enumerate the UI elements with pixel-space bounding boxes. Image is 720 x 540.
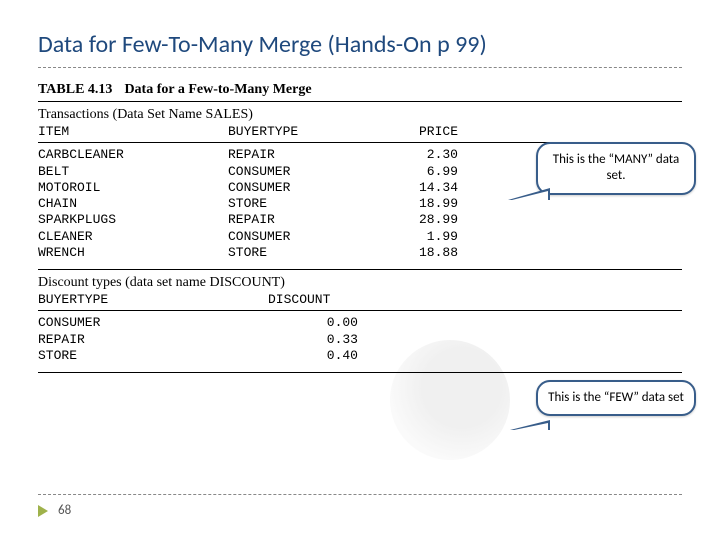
table-row: CLEANERCONSUMER1.99 xyxy=(38,229,682,245)
cell: STORE xyxy=(38,348,228,364)
table-number: TABLE 4.13 xyxy=(38,82,112,98)
sales-header-buyertype: BUYERTYPE xyxy=(228,124,378,140)
cell: STORE xyxy=(228,245,378,261)
table-row: CONSUMER0.00 xyxy=(38,315,682,331)
discount-subhead: Discount types (data set name DISCOUNT) xyxy=(38,270,682,292)
cell: WRENCH xyxy=(38,245,228,261)
cell: 28.99 xyxy=(378,212,458,228)
cell: 14.34 xyxy=(378,180,458,196)
cell: REPAIR xyxy=(38,332,228,348)
cell: CONSUMER xyxy=(228,164,378,180)
cell: 0.33 xyxy=(228,332,358,348)
cell: BELT xyxy=(38,164,228,180)
cell: 18.88 xyxy=(378,245,458,261)
slide-footer: 68 xyxy=(0,494,720,518)
slide-content: TABLE 4.13 Data for a Few-to-Many Merge … xyxy=(0,78,720,373)
cell: CHAIN xyxy=(38,196,228,212)
table-row: CHAINSTORE18.99 xyxy=(38,196,682,212)
title-underline xyxy=(38,67,682,68)
cell: SPARKPLUGS xyxy=(38,212,228,228)
discount-header-discount: DISCOUNT xyxy=(228,292,358,308)
cell: 0.00 xyxy=(228,315,358,331)
footer-marker-icon xyxy=(38,505,48,517)
cell: 6.99 xyxy=(378,164,458,180)
cell: REPAIR xyxy=(228,212,378,228)
cell: CONSUMER xyxy=(228,229,378,245)
cell: 2.30 xyxy=(378,147,458,163)
callout-many-pointer xyxy=(508,188,550,200)
callout-few-pointer xyxy=(510,420,550,430)
cell: CONSUMER xyxy=(38,315,228,331)
cell: 0.40 xyxy=(228,348,358,364)
cell: 18.99 xyxy=(378,196,458,212)
discount-rows: CONSUMER0.00 REPAIR0.33 STORE0.40 xyxy=(38,311,682,373)
discount-header-buyertype: BUYERTYPE xyxy=(38,292,228,308)
sales-header-item: ITEM xyxy=(38,124,228,140)
table-row: REPAIR0.33 xyxy=(38,332,682,348)
sales-header-price: PRICE xyxy=(378,124,458,140)
page-number: 68 xyxy=(58,503,71,518)
table-description: Data for a Few-to-Many Merge xyxy=(124,82,311,98)
sales-header-row: ITEM BUYERTYPE PRICE xyxy=(38,124,682,143)
slide-title: Data for Few-To-Many Merge (Hands-On p 9… xyxy=(0,0,720,67)
cell: CLEANER xyxy=(38,229,228,245)
sales-subhead: Transactions (Data Set Name SALES) xyxy=(38,102,682,124)
cell: CARBCLEANER xyxy=(38,147,228,163)
footer-line: 68 xyxy=(38,494,682,518)
callout-few: This is the “FEW” data set xyxy=(536,380,696,416)
cell: MOTOROIL xyxy=(38,180,228,196)
cell: STORE xyxy=(228,196,378,212)
table-row: SPARKPLUGSREPAIR28.99 xyxy=(38,212,682,228)
cell: CONSUMER xyxy=(228,180,378,196)
table-row: STORE0.40 xyxy=(38,348,682,364)
discount-header-row: BUYERTYPE DISCOUNT xyxy=(38,292,682,311)
cell: REPAIR xyxy=(228,147,378,163)
cell: 1.99 xyxy=(378,229,458,245)
table-row: WRENCHSTORE18.88 xyxy=(38,245,682,261)
table-caption: TABLE 4.13 Data for a Few-to-Many Merge xyxy=(38,78,682,102)
callout-many: This is the “MANY” data set. xyxy=(536,142,696,195)
